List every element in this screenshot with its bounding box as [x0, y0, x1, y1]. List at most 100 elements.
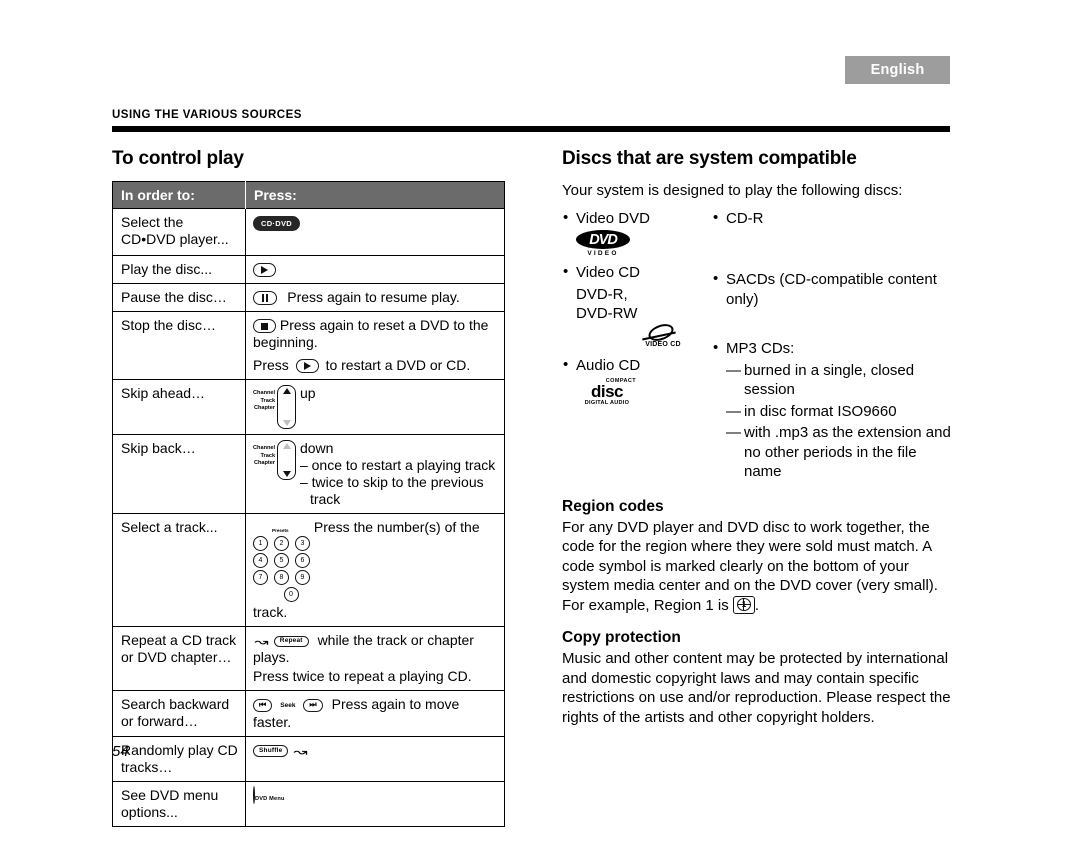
row-press-shuffle: Shuffle ↝: [245, 735, 505, 782]
disc-bullets-left-3: Audio CD: [562, 355, 712, 376]
section-heading-control-play: To control play: [112, 148, 244, 169]
row-press-skip-back: Channel Track Chapter down – once to res…: [245, 434, 505, 514]
running-head-text: Using the various sources: [112, 109, 302, 121]
row-action-pause: Pause the disc…: [112, 283, 246, 312]
play-button-icon: [295, 359, 319, 374]
list-item: Video CD: [562, 262, 712, 283]
rocker-labels: Channel Track Chapter: [253, 445, 276, 466]
dvd-menu-button-icon: DVD Menu: [253, 785, 285, 808]
running-head: Using the various sources: [112, 109, 302, 121]
row-press-stop: Press again to reset a DVD to the beginn…: [245, 311, 505, 380]
row-action-play: Play the disc...: [112, 255, 246, 284]
stop-note: Press again to reset a DVD to the beginn…: [253, 317, 489, 350]
disc-lists: Video DVD DVD VIDEO Video CD DVD-R, DVD-…: [562, 208, 952, 484]
disc-dvd-rw: DVD-RW: [576, 305, 638, 322]
list-item: Audio CD: [562, 355, 712, 376]
disc-bullets-right-1: CD-R: [712, 208, 952, 229]
list-item: SACDs (CD-compatible content only): [712, 269, 952, 309]
row-press-skip-ahead: Channel Track Chapter up: [245, 379, 505, 435]
row-action-seek: Search backward or forward…: [112, 690, 246, 737]
list-item: with .mp3 as the extension and no other …: [726, 423, 952, 482]
language-tab: English: [845, 56, 950, 84]
repeat-button-icon: Repeat: [273, 635, 309, 648]
region-codes-body: For any DVD player and DVD disc to work …: [562, 518, 952, 616]
mp3-requirements: burned in a single, closed session in di…: [712, 361, 952, 482]
disc-list-right: CD-R SACDs (CD-compatible content only) …: [712, 208, 952, 484]
skip-ahead-note: up: [299, 385, 316, 401]
table-row: Stop the disc… Press again to reset a DV…: [112, 311, 505, 380]
row-press-pause: Press again to resume play.: [245, 283, 505, 312]
right-column: Discs that are system compatible Your sy…: [562, 148, 952, 729]
play-button-icon: [253, 263, 276, 278]
keypad-key-5: 5: [274, 553, 289, 568]
disc-list-left: Video DVD DVD VIDEO Video CD DVD-R, DVD-…: [562, 208, 712, 484]
list-item: MP3 CDs:: [712, 338, 952, 359]
dvd-logo-mark: DVD: [576, 230, 630, 249]
list-item: burned in a single, closed session: [726, 361, 952, 400]
channel-track-chapter-rocker-icon: Channel Track Chapter: [253, 385, 297, 429]
section-heading-compatible-discs: Discs that are system compatible: [562, 148, 857, 169]
table-row: Repeat a CD track or DVD chapter… ↝ Repea…: [112, 626, 505, 691]
pause-note: Press again to resume play.: [287, 289, 460, 305]
seek-backward-button-icon: ⏮: [253, 698, 273, 712]
table-row: See DVD menu options... DVD Menu: [112, 780, 505, 827]
row-action-select-player: Select the CD•DVD player...: [112, 208, 246, 256]
region-codes-period: .: [754, 596, 760, 614]
column-header-in-order-to: In order to:: [112, 181, 246, 209]
keypad-key-6: 6: [295, 553, 310, 568]
row-press-seek: ⏮ Seek ⏭ Press again to move faster.: [245, 690, 505, 737]
row-press-select-player: CD·DVD: [245, 208, 505, 256]
shuffle-button-icon: Shuffle: [253, 745, 289, 757]
row-press-repeat: ↝ Repeat while the track or chapter play…: [245, 626, 505, 691]
skip-back-subnote-2: – twice to skip to the previous: [299, 474, 484, 490]
audio-cd-logo-bottom: DIGITAL AUDIO: [584, 400, 630, 406]
video-cd-logo: VIDEO CD: [640, 324, 686, 348]
pause-button-icon: [253, 291, 278, 306]
stop-note2-post: to restart a DVD or CD.: [325, 357, 471, 373]
region-1-icon: 1: [732, 595, 755, 614]
keypad-key-1: 1: [253, 536, 268, 551]
audio-cd-logo-mid: disc: [590, 382, 624, 401]
keypad-key-7: 7: [253, 570, 268, 585]
keypad-key-2: 2: [274, 536, 289, 551]
header-rule: [112, 126, 950, 132]
disc-bullets-left: Video DVD: [562, 208, 712, 229]
stop-note2-pre: Press: [253, 357, 289, 373]
keypad-key-8: 8: [274, 570, 289, 585]
row-action-repeat: Repeat a CD track or DVD chapter…: [112, 626, 246, 691]
table-header-row: In order to: Press:: [112, 181, 505, 209]
manual-page: English Using the various sources To con…: [0, 0, 1080, 852]
dvd-video-logo: DVD VIDEO: [576, 230, 630, 257]
keypad-presets-label: Presets: [272, 528, 289, 533]
table-row: Search backward or forward… ⏮ Seek ⏭ Pres…: [112, 690, 505, 737]
disc-bullets-right-3: MP3 CDs:: [712, 338, 952, 359]
skip-back-note: down: [299, 440, 334, 456]
stop-button-icon: [253, 319, 276, 334]
table-row: Skip ahead… Channel Track Chapter up: [112, 379, 505, 435]
row-press-play: [245, 255, 505, 284]
disc-bullets-right-2: SACDs (CD-compatible content only): [712, 269, 952, 309]
skip-back-subnote-3: track: [309, 491, 341, 507]
curved-arrow-icon: ↝: [254, 633, 269, 649]
copy-protection-body: Music and other content may be protected…: [562, 650, 951, 726]
rocker-labels: Channel Track Chapter: [253, 390, 276, 411]
left-column: To control play In order to: Press: Sele…: [112, 148, 506, 827]
dvd-logo-sub: VIDEO: [587, 250, 619, 257]
row-action-select-track: Select a track...: [112, 513, 246, 627]
seek-label: Seek: [280, 701, 296, 709]
table-row: Randomly play CD tracks… Shuffle ↝: [112, 735, 505, 782]
row-press-select-track: Presets 1 2 3 4 5 6 7 8 9 0 Press the nu…: [245, 513, 505, 627]
seek-forward-button-icon: ⏭: [303, 698, 323, 712]
list-item: Video DVD: [562, 208, 712, 229]
row-action-skip-ahead: Skip ahead…: [112, 379, 246, 435]
numeric-keypad-icon: Presets 1 2 3 4 5 6 7 8 9 0: [253, 519, 310, 604]
row-action-dvd-menu: See DVD menu options...: [112, 780, 246, 827]
compatible-discs-intro: Your system is designed to play the foll…: [562, 182, 903, 199]
list-item: in disc format ISO9660: [726, 402, 952, 422]
repeat-note2: Press twice to repeat a playing CD.: [253, 668, 472, 684]
audio-cd-logo: COMPACT disc DIGITAL AUDIO: [576, 378, 638, 406]
table-row: Select the CD•DVD player... CD·DVD: [112, 208, 505, 256]
disc-dvd-r: DVD-R,: [576, 285, 628, 303]
row-action-shuffle: Randomly play CD tracks…: [112, 735, 246, 782]
table-row: Pause the disc… Press again to resume pl…: [112, 283, 505, 312]
